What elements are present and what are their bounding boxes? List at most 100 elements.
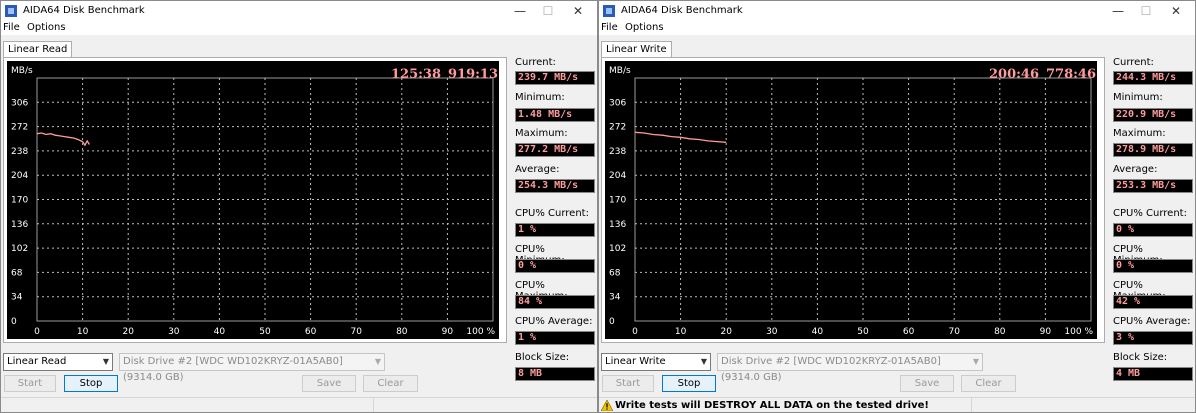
menu-options[interactable]: Options [27, 22, 66, 33]
stat-label: CPU% Average: [515, 316, 593, 327]
x-tick-label: 50 [259, 327, 271, 337]
stat-value: 239.7 MB/s [515, 71, 595, 85]
status-divider [971, 398, 972, 412]
x-tick-label: 90 [1040, 327, 1052, 337]
x-tick-label: 10 [675, 327, 687, 337]
y-tick-label: 68 [11, 268, 23, 278]
drive-select[interactable]: Disk Drive #2 [WDC WD102KRYZ-01A5AB0] (9… [119, 353, 385, 383]
save-button[interactable]: Save [900, 375, 954, 392]
x-tick-label: 90 [442, 327, 454, 337]
x-tick-label: 30 [168, 327, 180, 337]
x-tick-label: 60 [305, 327, 317, 337]
maximize-button[interactable]: ☐ [533, 2, 563, 20]
stat-label: Block Size: [515, 352, 570, 363]
y-tick-label: 102 [609, 244, 626, 254]
stat-value: 8 MB [515, 367, 595, 381]
drive-select[interactable]: Disk Drive #2 [WDC WD102KRYZ-01A5AB0] (9… [717, 353, 983, 383]
stat-value: 84 % [515, 295, 595, 309]
stat-label: CPU% Current: [515, 208, 589, 219]
x-tick-label: 0 [34, 327, 40, 337]
elapsed-time: 200:46 [989, 67, 1040, 82]
stat-value: 253.3 MB/s [1113, 179, 1193, 193]
maximize-button[interactable]: ☐ [1131, 2, 1161, 20]
test-type-select[interactable]: Linear Write ▼ [601, 353, 711, 371]
close-button[interactable]: ✕ [1161, 2, 1191, 20]
y-tick-label: 238 [609, 147, 626, 157]
clear-button[interactable]: Clear [363, 375, 418, 392]
stat-label: Current: [1113, 57, 1154, 68]
throughput-series-line [36, 132, 90, 147]
status-bar: Write tests will DESTROY ALL DATA on the… [599, 397, 1195, 412]
warning-icon [601, 400, 613, 411]
y-tick-label: 102 [11, 244, 28, 254]
tab-linear-write[interactable]: Linear Write [601, 41, 672, 58]
y-tick-label: 34 [11, 293, 23, 303]
minimize-button[interactable]: — [1103, 2, 1133, 20]
throughput-chart: 306 272 238 204 170 136 102 68 34 0 0 10 20 30 40 50 60 7… [605, 61, 1097, 339]
x-tick-label: 0 [632, 327, 638, 337]
remaining-time: 778:46 [1046, 67, 1097, 82]
y-axis-label: MB/s [609, 66, 631, 76]
y-tick-label: 306 [609, 98, 626, 108]
chevron-down-icon: ▼ [374, 357, 381, 366]
status-bar [1, 397, 597, 412]
x-tick-label: 100 % [1064, 327, 1093, 337]
x-tick-label: 40 [812, 327, 824, 337]
x-tick-label: 60 [903, 327, 915, 337]
stat-value: 278.9 MB/s [1113, 143, 1193, 157]
stat-label: Block Size: [1113, 352, 1168, 363]
stat-label: Average: [515, 164, 560, 175]
x-tick-label: 20 [720, 327, 732, 337]
chart-svg: 306 272 238 204 170 136 102 68 34 0 0 10 20 30 40 50 60 7… [609, 66, 1093, 337]
stat-label: Minimum: [515, 92, 565, 103]
y-tick-label: 306 [11, 98, 28, 108]
chevron-down-icon: ▼ [102, 357, 109, 366]
minimize-button[interactable]: — [505, 2, 535, 20]
x-tick-label: 10 [77, 327, 89, 337]
stat-value: 244.3 MB/s [1113, 71, 1193, 85]
stat-value: 0 % [1113, 259, 1193, 273]
menu-file[interactable]: File [601, 22, 618, 33]
close-button[interactable]: ✕ [563, 2, 593, 20]
stat-label: Current: [515, 57, 556, 68]
title-bar[interactable]: AIDA64 Disk Benchmark — ☐ ✕ [599, 1, 1195, 21]
x-tick-label: 20 [122, 327, 134, 337]
stop-button[interactable]: Stop [662, 375, 716, 392]
x-tick-label: 50 [857, 327, 869, 337]
menu-bar: File Options [599, 21, 1195, 35]
stat-value: 277.2 MB/s [515, 143, 595, 157]
test-type-select[interactable]: Linear Read ▼ [3, 353, 113, 371]
stat-value: 42 % [1113, 295, 1193, 309]
stat-value: 1 % [515, 223, 595, 237]
remaining-time: 919:13 [448, 67, 499, 82]
test-type-value: Linear Read [7, 356, 67, 367]
test-type-value: Linear Write [605, 356, 666, 367]
y-tick-label: 0 [609, 317, 615, 327]
y-tick-label: 204 [11, 171, 28, 181]
stop-button[interactable]: Stop [64, 375, 118, 392]
stat-value: 4 MB [1113, 367, 1193, 381]
y-tick-label: 170 [609, 196, 626, 206]
menu-options[interactable]: Options [625, 22, 664, 33]
stat-label: Maximum: [515, 128, 568, 139]
y-tick-label: 0 [11, 317, 17, 327]
title-bar[interactable]: AIDA64 Disk Benchmark — ☐ ✕ [1, 1, 597, 21]
save-button[interactable]: Save [302, 375, 356, 392]
aida64-app-icon [603, 5, 615, 17]
y-tick-label: 34 [609, 293, 621, 303]
start-button[interactable]: Start [4, 375, 56, 392]
chevron-down-icon: ▼ [972, 357, 979, 366]
chart-svg: 306 272 238 204 170 136 102 68 34 0 0 10 20 30 40 50 60 7… [11, 66, 495, 337]
stat-label: Minimum: [1113, 92, 1163, 103]
start-button[interactable]: Start [602, 375, 654, 392]
x-tick-label: 80 [396, 327, 408, 337]
y-tick-label: 204 [609, 171, 626, 181]
menu-file[interactable]: File [3, 22, 20, 33]
stat-label: CPU% Current: [1113, 208, 1187, 219]
stat-value: 1.48 MB/s [515, 108, 595, 122]
stat-value: 0 % [1113, 223, 1193, 237]
stat-value: 0 % [515, 259, 595, 273]
clear-button[interactable]: Clear [961, 375, 1016, 392]
x-tick-label: 40 [214, 327, 226, 337]
tab-linear-read[interactable]: Linear Read [3, 41, 73, 58]
